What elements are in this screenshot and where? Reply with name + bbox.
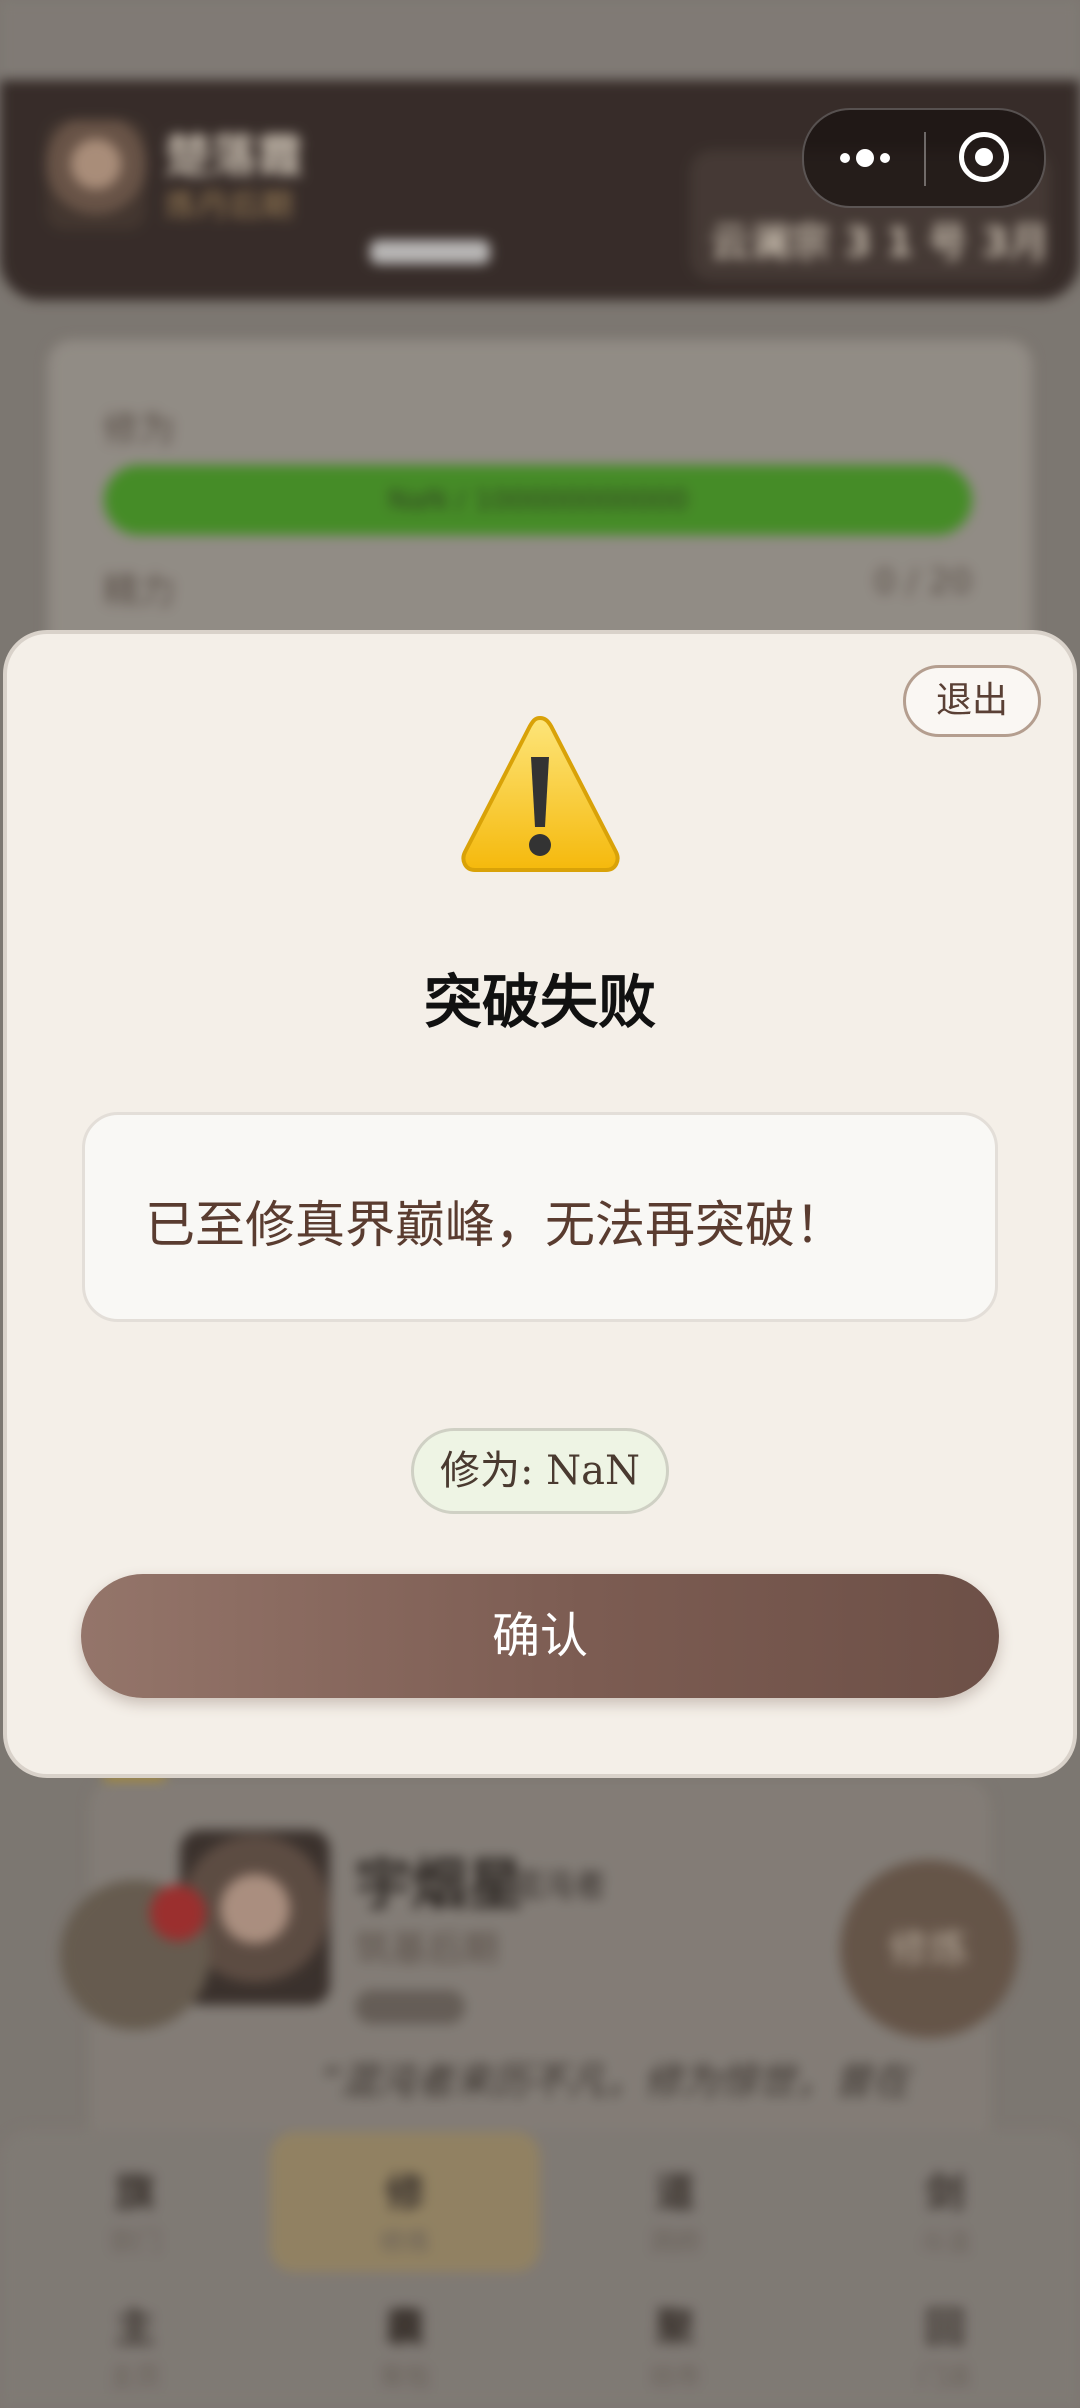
warning-icon <box>461 715 620 872</box>
mini-program-capsule <box>802 108 1046 208</box>
dialog-title: 突破失败 <box>423 968 656 1036</box>
more-dots-icon[interactable] <box>834 110 894 206</box>
exit-button[interactable]: 退出 <box>903 665 1041 737</box>
dialog-message: 已至修真界巅峰，无法再突破！ <box>145 1196 845 1254</box>
message-box: 已至修真界巅峰，无法再突破！ <box>82 1112 998 1322</box>
cultivation-stat-badge: 修为: NaN <box>411 1428 669 1514</box>
screen: 楚落霞 炼丹后期 云澜宗 3 1 号 3月 修为 NaN / 100000000… <box>0 0 1080 2408</box>
target-close-icon[interactable] <box>959 132 1009 182</box>
confirm-button[interactable]: 确认 <box>81 1574 999 1698</box>
capsule-divider <box>924 132 926 186</box>
